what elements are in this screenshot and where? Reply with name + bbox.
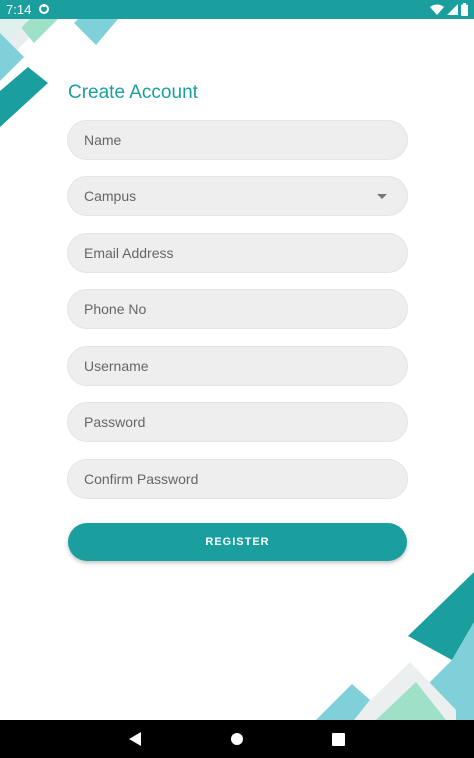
wifi-icon [430,4,444,15]
home-icon [231,733,243,745]
back-icon [129,732,141,746]
username-input[interactable] [68,347,407,385]
campus-select-label: Campus [84,188,137,204]
name-input[interactable] [68,121,407,159]
status-bar: 7:14 [0,0,474,19]
confirm-password-input[interactable] [68,460,407,498]
sync-icon [39,4,49,14]
email-field [67,233,408,273]
recents-button[interactable] [329,730,347,748]
recents-icon [331,732,345,746]
username-field [67,346,408,386]
battery-icon [461,3,468,16]
signal-icon [447,3,458,15]
password-field [67,402,408,442]
phone-input[interactable] [68,290,407,328]
home-button[interactable] [228,730,246,748]
password-input[interactable] [68,403,407,441]
campus-select[interactable]: Campus [67,176,408,216]
back-button[interactable] [127,730,145,748]
status-time: 7:14 [6,2,32,17]
navigation-bar [0,720,474,758]
register-button[interactable]: REGISTER [68,523,407,561]
phone-field [67,289,408,329]
page-title: Create Account [68,82,198,103]
top-left-decoration [0,19,118,127]
chevron-down-icon [377,194,387,199]
email-input[interactable] [68,234,407,272]
status-icons [430,3,468,16]
bottom-right-decoration [316,572,474,720]
create-account-screen: 7:14 Create Account Name Campus Email Ad… [0,0,474,758]
confirm-password-field [67,459,408,499]
name-field [67,120,408,160]
